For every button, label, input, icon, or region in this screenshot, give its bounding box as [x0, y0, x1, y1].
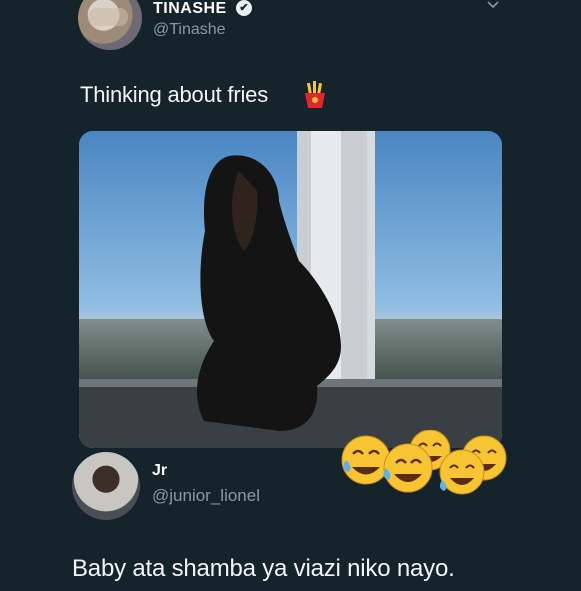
tears-of-joy-icon — [341, 435, 391, 485]
reply-handle[interactable]: @junior_lionel — [152, 486, 260, 506]
tears-of-joy-emoji-group — [341, 430, 507, 495]
chevron-down-icon[interactable] — [486, 0, 500, 12]
tears-of-joy-icon — [383, 443, 433, 493]
reply-display-name[interactable]: Jr — [152, 462, 167, 480]
tears-of-joy-icon — [439, 435, 507, 495]
tweet-header: TINASHE ✔ @Tinashe — [78, 0, 558, 52]
user-handle[interactable]: @Tinashe — [153, 21, 226, 39]
photo-woman-by-window — [79, 131, 502, 448]
display-name[interactable]: TINASHE — [153, 0, 227, 18]
verified-badge-icon: ✔ — [236, 0, 252, 16]
avatar[interactable] — [78, 0, 142, 50]
tweet-text: Thinking about fries — [80, 82, 268, 107]
fries-icon — [305, 81, 325, 108]
tweet-photo[interactable] — [79, 131, 502, 448]
reply-avatar[interactable] — [72, 452, 140, 520]
reply-text: Baby ata shamba ya viazi niko nayo. — [72, 555, 455, 582]
